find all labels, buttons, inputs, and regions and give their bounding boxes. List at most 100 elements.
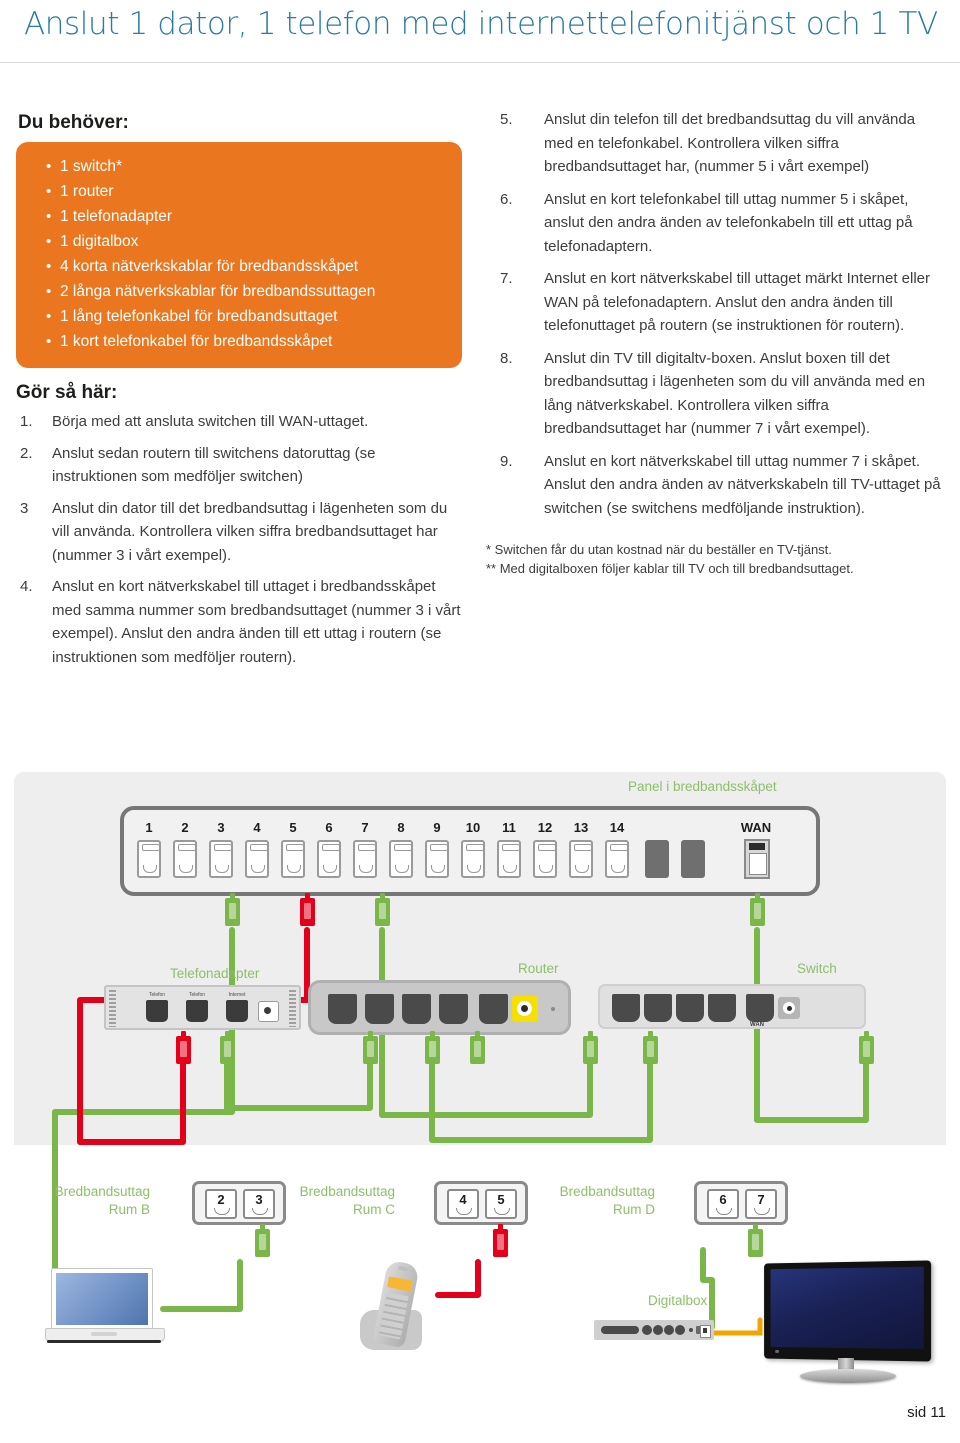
outlet-label-rum-c: Bredbandsuttag Rum C <box>275 1183 395 1219</box>
phone-display <box>387 1276 413 1292</box>
list-item: 1 router <box>46 179 448 204</box>
digitalbox-ethernet-jack[interactable] <box>700 1325 711 1338</box>
cable-connector-green <box>363 1031 378 1064</box>
panel-jack[interactable] <box>209 840 233 878</box>
step-text: Anslut en kort nätverkskabel till uttage… <box>544 270 931 334</box>
panel-wan-jack[interactable] <box>744 839 770 879</box>
step-number: 1. <box>20 413 33 430</box>
needs-list: 1 switch* 1 router 1 telefonadapter 1 di… <box>46 154 448 354</box>
router-power-jack[interactable] <box>512 996 538 1022</box>
digitalbox-rca-jack[interactable] <box>642 1325 652 1335</box>
router-port[interactable] <box>439 994 468 1024</box>
outlet-jack[interactable]: 4 <box>447 1189 479 1219</box>
list-item: 2 långa nätverkskablar för bredbandssutt… <box>46 279 448 304</box>
step-text: Anslut en kort nätverkskabel till uttage… <box>52 578 461 666</box>
outlet-jack[interactable]: 2 <box>205 1189 237 1219</box>
outlet-jack[interactable]: 7 <box>745 1189 777 1219</box>
switch-port[interactable] <box>612 994 640 1022</box>
page-number: sid 11 <box>907 1404 946 1421</box>
panel-jack[interactable] <box>317 840 341 878</box>
panel-port-number: 14 <box>609 820 625 835</box>
step-text: Anslut en kort nätverkskabel till uttag … <box>544 452 941 517</box>
router-port-telefon[interactable] <box>479 994 508 1024</box>
router-port[interactable] <box>365 994 394 1024</box>
list-item: 6. Anslut en kort telefonkabel till utta… <box>486 188 946 259</box>
switch-port[interactable] <box>708 994 736 1022</box>
router-port[interactable] <box>328 994 357 1024</box>
list-item: 4 korta nätverkskablar för bredbandsskåp… <box>46 254 448 279</box>
step-text: Anslut sedan routern till switchens dato… <box>52 444 376 486</box>
outlet-jack[interactable]: 3 <box>243 1189 275 1219</box>
panel-port-number: 7 <box>361 820 369 835</box>
panel-port-number: 1 <box>145 820 153 835</box>
panel-jack[interactable] <box>425 840 449 878</box>
step-text: Anslut din telefon till det bredbandsutt… <box>544 111 916 175</box>
cordless-phone <box>358 1259 438 1354</box>
digitalbox-small-jack[interactable] <box>689 1328 693 1332</box>
switch-power-jack[interactable] <box>778 997 800 1019</box>
page-title: Anslut 1 dator, 1 telefon med internette… <box>24 6 938 42</box>
panel-jack[interactable] <box>461 840 485 878</box>
tv-frame <box>764 1260 932 1362</box>
list-item: 1 switch* <box>46 154 448 179</box>
outlet-label-line2: Rum B <box>108 1202 150 1217</box>
router-port[interactable] <box>402 994 431 1024</box>
digitalbox-rca-jack[interactable] <box>664 1325 674 1335</box>
panel-jack[interactable] <box>353 840 377 878</box>
vent-left <box>109 990 116 1027</box>
digitalbox-device <box>594 1320 714 1340</box>
panel-port-number: 8 <box>397 820 405 835</box>
panel-jack[interactable] <box>137 840 161 878</box>
digitalbox-rca-jack[interactable] <box>675 1325 685 1335</box>
panel-jack[interactable] <box>497 840 521 878</box>
panel-port-number: 3 <box>217 820 225 835</box>
panel-port-number: 9 <box>433 820 441 835</box>
needs-heading: Du behöver: <box>18 112 129 133</box>
panel-jack[interactable] <box>569 840 593 878</box>
panel-jack[interactable] <box>389 840 413 878</box>
title-divider <box>0 62 960 63</box>
outlet-jack[interactable]: 6 <box>707 1189 739 1219</box>
switch-port[interactable] <box>676 994 704 1022</box>
panel-blank-slot <box>645 840 669 878</box>
panel-port-number: 11 <box>502 820 516 835</box>
step-text: Anslut en kort telefonkabel till uttag n… <box>544 190 913 255</box>
adapter-power-jack[interactable] <box>258 1001 279 1022</box>
panel-blank-slot <box>681 840 705 878</box>
adapter-port-telefon-1[interactable] <box>146 1000 168 1022</box>
panel-port-number: 12 <box>537 820 553 835</box>
panel-jack[interactable] <box>533 840 557 878</box>
step-text: Anslut din dator till det bredbandsuttag… <box>52 499 448 564</box>
adapter-port-internet[interactable] <box>226 1000 248 1022</box>
wall-outlet-rum-d: 6 7 <box>694 1181 788 1225</box>
outlet-label-line1: Bredbandsuttag <box>299 1184 395 1199</box>
phone-keypad <box>378 1292 409 1340</box>
cable-connector-red <box>493 1224 508 1257</box>
panel-jack[interactable] <box>281 840 305 878</box>
outlet-jack[interactable]: 5 <box>485 1189 517 1219</box>
digitalbox-rca-jack[interactable] <box>653 1325 663 1335</box>
panel-jack[interactable] <box>605 840 629 878</box>
panel-jack[interactable] <box>173 840 197 878</box>
switch-port-wan[interactable] <box>746 994 774 1022</box>
cable-connector-green <box>225 893 240 926</box>
step-number: 3 <box>20 499 29 517</box>
step-number: 7. <box>500 270 513 287</box>
patch-panel: 1 2 3 4 5 6 7 8 9 10 11 12 13 14 WAN <box>120 806 820 896</box>
laptop-screen <box>51 1268 153 1330</box>
panel-jack[interactable] <box>245 840 269 878</box>
laptop-computer <box>45 1268 165 1343</box>
list-item: 1. Börja med att ansluta switchen till W… <box>16 410 462 434</box>
left-column: Du behöver: 1 switch* 1 router 1 telefon… <box>16 112 462 677</box>
step-number: 9. <box>500 452 513 470</box>
telefonadapter-label: Telefonadapter <box>170 966 260 981</box>
laptop-foot <box>47 1340 161 1343</box>
panel-port-number: 5 <box>289 820 297 835</box>
switch-port[interactable] <box>644 994 672 1022</box>
tv-power-led <box>775 1349 779 1353</box>
panel-wan-label: WAN <box>740 820 772 835</box>
footnote-switch: * Switchen får du utan kostnad när du be… <box>486 542 832 557</box>
cable-connector-green <box>470 1031 485 1064</box>
howto-steps-right: 5. Anslut din telefon till det bredbands… <box>486 108 946 520</box>
adapter-port-telefon-2[interactable] <box>186 1000 208 1022</box>
